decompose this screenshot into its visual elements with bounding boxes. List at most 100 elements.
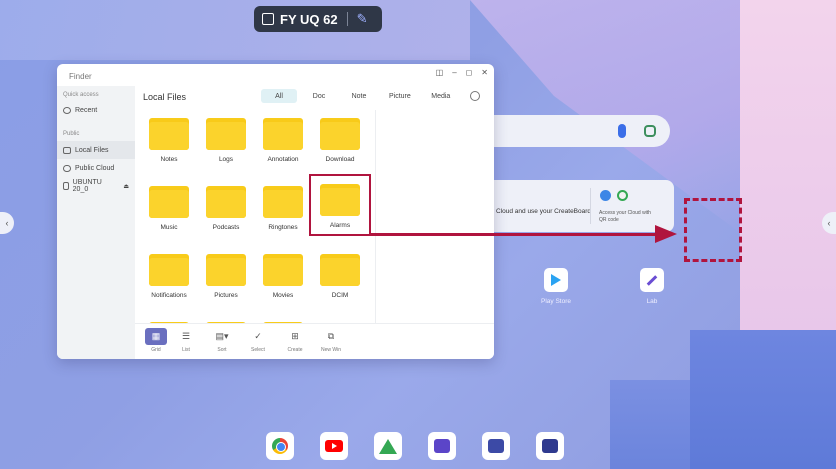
finder-sidebar: Quick access Recent Public Local Files P… — [57, 86, 135, 359]
mic-icon[interactable] — [618, 124, 626, 138]
folder-label: Notifications — [151, 292, 187, 299]
folder-dcim[interactable]: DCIM — [312, 246, 368, 299]
cloud-share-card[interactable]: Cloud and use your CreateBoard Access yo… — [470, 180, 674, 232]
chrome-icon — [272, 438, 288, 454]
folder-label: Notes — [160, 156, 178, 163]
eject-icon[interactable]: ⏏ — [123, 183, 129, 190]
folder-logs[interactable]: Logs — [198, 110, 254, 163]
dock-chrome[interactable] — [266, 432, 294, 460]
dock-youtube[interactable] — [320, 432, 348, 460]
folder-label: Annotation — [267, 156, 299, 163]
tool-label: New Win — [320, 347, 341, 353]
search-icon[interactable] — [470, 91, 480, 101]
folder-annotation[interactable]: Annotation — [255, 110, 311, 163]
google-drive-icon — [617, 190, 628, 201]
room-code: FY UQ 62 — [280, 11, 338, 27]
filter-tabs: All Doc Note Picture Media — [261, 89, 459, 103]
list-view-button[interactable]: ☰ List — [171, 328, 201, 353]
sidebar-item-label: UBUNTU 20_0 — [72, 179, 102, 193]
folder-label: Podcasts — [212, 224, 240, 231]
divider — [590, 188, 591, 224]
create-button[interactable]: ⊞ Create — [280, 328, 310, 353]
folder-partial[interactable] — [255, 314, 311, 323]
sidebar-item-usb[interactable]: UBUNTU 20_0 ⏏ — [57, 177, 135, 195]
folder-label: Download — [325, 156, 355, 163]
folder-label: Pictures — [214, 292, 238, 299]
folder-label: Music — [160, 224, 178, 231]
folder-icon — [206, 118, 246, 150]
folder-icon — [149, 254, 189, 286]
list-icon: ☰ — [181, 331, 191, 341]
check-circle-icon: ✓ — [254, 331, 262, 341]
tab-note[interactable]: Note — [341, 89, 377, 103]
tab-media[interactable]: Media — [423, 89, 459, 103]
folder-download[interactable]: Download — [312, 110, 368, 163]
minimize-icon[interactable]: – — [452, 68, 456, 77]
folder-icon — [320, 254, 360, 286]
tab-picture[interactable]: Picture — [381, 89, 419, 103]
finder-window: Finder ◫ – ◻ ✕ Quick access Recent Publi… — [57, 64, 494, 359]
screen-share-icon — [488, 439, 504, 453]
close-icon[interactable]: ✕ — [481, 68, 488, 77]
dock-files[interactable] — [536, 432, 564, 460]
background-shape — [0, 0, 470, 60]
new-window-button[interactable]: ⧉ New Win — [316, 328, 346, 353]
dock-whiteboard[interactable] — [428, 432, 456, 460]
snap-icon[interactable]: ◫ — [436, 68, 444, 77]
section-title: Local Files — [143, 92, 187, 102]
folder-podcasts[interactable]: Podcasts — [198, 178, 254, 231]
folder-notes[interactable]: Notes — [141, 110, 197, 163]
dock-screen-share[interactable] — [482, 432, 510, 460]
sidebar-item-label: Recent — [75, 106, 98, 114]
folder-grid: Notes Logs Annotation Download Music Pod… — [135, 110, 375, 323]
folder-alarms[interactable]: Alarms — [309, 174, 371, 236]
folder-label: Ringtones — [268, 224, 298, 231]
folder-icon — [149, 186, 189, 218]
dock-drive[interactable] — [374, 432, 402, 460]
app-play-store[interactable]: Play Store — [541, 268, 571, 305]
sidebar-item-local-files[interactable]: Local Files — [57, 141, 135, 159]
grid-view-button[interactable]: ▦ Grid — [141, 328, 171, 353]
sort-button[interactable]: ▤▾ Sort — [207, 328, 237, 353]
sort-icon: ▤▾ — [215, 331, 229, 341]
folder-label: Logs — [218, 156, 234, 163]
folder-pictures[interactable]: Pictures — [198, 246, 254, 299]
background-shape — [740, 0, 836, 330]
tab-all[interactable]: All — [261, 89, 297, 103]
edit-icon[interactable]: ✎ — [357, 11, 368, 27]
app-lab[interactable]: Lab — [640, 268, 664, 305]
room-icon — [262, 13, 274, 25]
folder-movies[interactable]: Movies — [255, 246, 311, 299]
arrow-head-icon — [655, 225, 677, 243]
window-title: Finder — [69, 72, 92, 81]
folder-ringtones[interactable]: Ringtones — [255, 178, 311, 231]
search-bar[interactable] — [470, 115, 670, 147]
background-shape — [690, 330, 836, 469]
cloud-icon — [63, 164, 71, 172]
tab-doc[interactable]: Doc — [301, 89, 337, 103]
tool-label: Grid — [151, 347, 161, 353]
share-text: Cloud and use your CreateBoard — [496, 208, 592, 215]
sidebar-item-label: Public Cloud — [75, 164, 115, 172]
dock — [266, 432, 564, 460]
sidebar-item-recent[interactable]: Recent — [57, 101, 135, 119]
maximize-icon[interactable]: ◻ — [466, 68, 473, 77]
room-code-pill[interactable]: FY UQ 62 ✎ — [254, 6, 382, 32]
folder-label: DCIM — [331, 292, 349, 299]
folder-icon — [206, 254, 246, 286]
sidebar-item-public-cloud[interactable]: Public Cloud — [57, 159, 135, 177]
play-store-icon — [544, 268, 568, 292]
drop-target-box — [684, 198, 742, 262]
tool-label: Select — [251, 347, 265, 353]
folder-music[interactable]: Music — [141, 178, 197, 231]
folder-notifications[interactable]: Notifications — [141, 246, 197, 299]
folder-partial[interactable] — [141, 314, 197, 323]
lab-icon — [640, 268, 664, 292]
lens-icon[interactable] — [644, 125, 656, 137]
folder-label: Movies — [272, 292, 294, 299]
usb-icon — [63, 182, 69, 190]
files-icon — [542, 439, 558, 453]
left-edge-handle[interactable]: ‹ — [0, 212, 14, 234]
folder-partial[interactable] — [198, 314, 254, 323]
select-button[interactable]: ✓ Select — [243, 328, 273, 353]
